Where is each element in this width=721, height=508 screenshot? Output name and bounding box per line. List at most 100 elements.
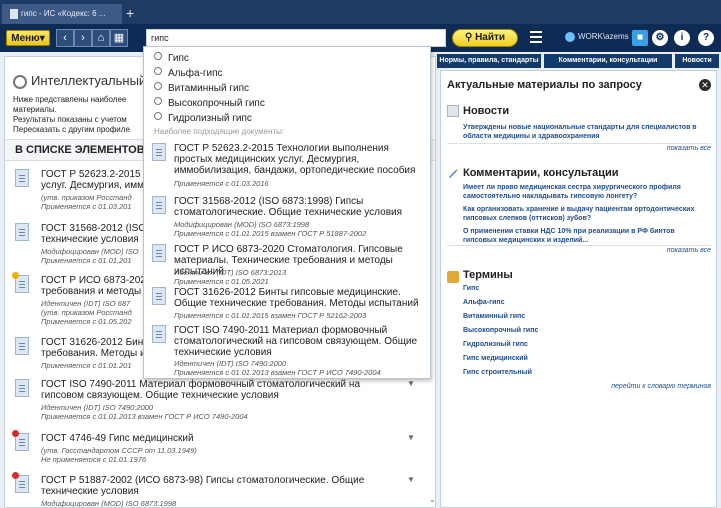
chevron-down-icon[interactable]: ▼ <box>407 475 415 484</box>
result-meta: Не применяется с 01.01.1976 <box>41 455 147 464</box>
result-meta: Применяется с 01.01.2013 взамен ГОСТ Р И… <box>41 412 248 421</box>
new-tab-button[interactable]: + <box>126 4 134 22</box>
folder-icon[interactable]: ■ <box>632 30 648 46</box>
document-icon <box>152 143 166 161</box>
grid-icon[interactable]: ▦ <box>110 29 128 47</box>
document-icon <box>10 8 18 19</box>
term-link[interactable]: Гидролизный гипс <box>463 341 528 348</box>
suggestion-item[interactable]: Витаминный гипс <box>154 82 249 94</box>
term-link[interactable]: Витаминный гипс <box>463 313 525 320</box>
dropdown-document-title[interactable]: ГОСТ Р 52623.2-2015 Технологии выполнени… <box>174 143 426 176</box>
result-meta: Применяется с 01.01.201 <box>41 256 132 265</box>
panel-title: Актуальные материалы по запросу <box>447 79 642 91</box>
term-link[interactable]: Гипс <box>463 285 479 292</box>
forward-button[interactable]: › <box>74 29 92 47</box>
document-icon <box>152 287 166 305</box>
search-input[interactable]: гипс <box>146 29 446 47</box>
back-button[interactable]: ‹ <box>56 29 74 47</box>
find-button[interactable]: ⚲ Найти <box>452 29 518 47</box>
browser-tab-bar: гипс - ИС «Кодекс: 6 ... + <box>0 0 721 24</box>
dropdown-document-title[interactable]: ГОСТ 31626-2012 Бинты гипсовые медицинск… <box>174 287 426 309</box>
dropdown-document-meta: Применяется с 01.03.2016 <box>174 179 269 188</box>
info-icon[interactable]: i <box>674 30 690 46</box>
suggestion-item[interactable]: Высокопрочный гипс <box>154 97 265 109</box>
search-icon <box>154 82 162 90</box>
dropdown-document-title[interactable]: ГОСТ ISO 7490-2011 Материал формовочный … <box>174 325 426 358</box>
tab-norms[interactable]: Нормы, правила, стандарты <box>437 54 541 68</box>
show-all-news-link[interactable]: показать все <box>641 145 711 152</box>
dropdown-document[interactable]: ГОСТ Р 52623.2-2015 Технологии выполнени… <box>152 143 426 193</box>
result-meta: (утв. Госстандартом СССР от 11.03.1949) <box>41 446 197 455</box>
document-icon <box>152 325 166 343</box>
user-name: WORK\azems <box>578 32 629 42</box>
user-account[interactable]: WORK\azems <box>565 32 629 42</box>
menu-button[interactable]: Меню▾ <box>6 30 50 46</box>
dropdown-document[interactable]: ГОСТ Р ИСО 6873-2020 Стоматология. Гипсо… <box>152 244 426 292</box>
suggestion-item[interactable]: Гидролизный гипс <box>154 112 252 124</box>
show-all-comments-link[interactable]: показать все <box>641 247 711 254</box>
result-title[interactable]: ГОСТ ISO 7490-2011 Материал формовочный … <box>41 379 381 401</box>
dropdown-document-meta: Модифицирован (MOD) ISO 6873:1998 <box>174 220 310 229</box>
term-link[interactable]: Гипс строительный <box>463 369 532 376</box>
terms-section-title: Термины <box>463 269 513 281</box>
suggestion-label: Гидролизный гипс <box>168 113 252 124</box>
result-meta: Модифицирован (MOD) ISO <box>41 247 139 256</box>
panel-title: Интеллектуальный п <box>31 73 157 88</box>
dropdown-document[interactable]: ГОСТ ISO 7490-2011 Материал формовочный … <box>152 325 426 377</box>
result-item[interactable]: ГОСТ Р 51887-2002 (ИСО 6873-98) Гипсы ст… <box>12 472 415 507</box>
search-icon <box>154 52 162 60</box>
term-link[interactable]: Гипс медицинский <box>463 355 528 362</box>
search-icon <box>154 67 162 75</box>
document-icon <box>15 223 29 241</box>
result-item[interactable]: ГОСТ ISO 7490-2011 Материал формовочный … <box>15 379 415 423</box>
news-icon <box>447 105 459 117</box>
dropdown-section-label: Наиболее подходящие документы: <box>154 127 285 136</box>
hamburger-menu-icon[interactable] <box>530 31 542 43</box>
dropdown-document-title[interactable]: ГОСТ 31568-2012 (ISO 6873:1998) Гипсы ст… <box>174 196 426 218</box>
document-icon <box>152 196 166 214</box>
comment-link[interactable]: Как организовать хранение и выдачу пацие… <box>463 205 703 223</box>
user-icon <box>565 32 575 42</box>
intellectual-search-icon <box>13 75 27 89</box>
result-meta: (утв. приказом Росстанд <box>41 193 132 202</box>
document-tab[interactable]: гипс - ИС «Кодекс: 6 ... <box>2 4 122 24</box>
close-icon[interactable]: ✕ <box>699 79 711 91</box>
comments-section-title: Комментарии, консультации <box>463 167 619 179</box>
suggestion-label: Гипс <box>168 53 189 64</box>
news-link[interactable]: Утверждены новые национальные стандарты … <box>463 123 703 141</box>
tab-title: гипс - ИС «Кодекс: 6 ... <box>21 9 106 18</box>
result-meta: Применяется с 01.05.202 <box>41 317 132 326</box>
result-meta: Идентичен (IDT) ISO 7490:2000 <box>41 403 154 412</box>
document-icon <box>15 379 29 397</box>
tab-comments[interactable]: Комментарии, консультации <box>544 54 672 68</box>
pen-icon <box>447 167 459 179</box>
result-meta: Применяется с 01.01.201 <box>41 361 132 370</box>
search-icon: ⚲ <box>464 32 476 43</box>
dropdown-document-meta: Применяется с 01.01.2015 взамен ГОСТ Р 5… <box>174 311 367 320</box>
chevron-down-icon[interactable]: ▼ <box>407 433 415 442</box>
suggestion-label: Витаминный гипс <box>168 83 249 94</box>
search-suggestions-dropdown: Гипс Альфа-гипс Витаминный гипс Высокопр… <box>143 46 431 379</box>
document-icon <box>15 169 29 187</box>
term-link[interactable]: Альфа-гипс <box>463 299 505 306</box>
book-icon <box>447 271 459 283</box>
dropdown-document-meta: Идентичен (IDT) ISO 6873:2013 <box>174 268 287 277</box>
result-title[interactable]: ГОСТ Р 51887-2002 (ИСО 6873-98) Гипсы ст… <box>41 475 381 497</box>
red-status-icon <box>12 472 19 479</box>
scrollbar[interactable]: ⌄ <box>429 487 435 507</box>
comment-link[interactable]: О применении ставки НДС 10% при реализац… <box>463 227 703 245</box>
dictionary-link[interactable]: перейти к словарю терминов <box>591 383 711 390</box>
dropdown-document[interactable]: ГОСТ 31626-2012 Бинты гипсовые медицинск… <box>152 287 426 323</box>
home-icon[interactable]: ⌂ <box>92 29 110 47</box>
settings-icon[interactable]: ⚙ <box>652 30 668 46</box>
result-item[interactable]: ГОСТ 4746-49 Гипс медицинский (утв. Госс… <box>12 430 415 467</box>
chevron-down-icon[interactable]: ▼ <box>407 379 415 388</box>
comment-link[interactable]: Имеет ли право медицинская сестра хирург… <box>463 183 703 201</box>
help-icon[interactable]: ? <box>698 30 714 46</box>
suggestion-item[interactable]: Альфа-гипс <box>154 67 222 79</box>
term-link[interactable]: Высокопрочный гипс <box>463 327 538 334</box>
suggestion-item[interactable]: Гипс <box>154 52 189 64</box>
result-title[interactable]: ГОСТ 4746-49 Гипс медицинский <box>41 433 381 444</box>
dropdown-document[interactable]: ГОСТ 31568-2012 (ISO 6873:1998) Гипсы ст… <box>152 196 426 244</box>
tab-news[interactable]: Новости <box>675 54 719 68</box>
